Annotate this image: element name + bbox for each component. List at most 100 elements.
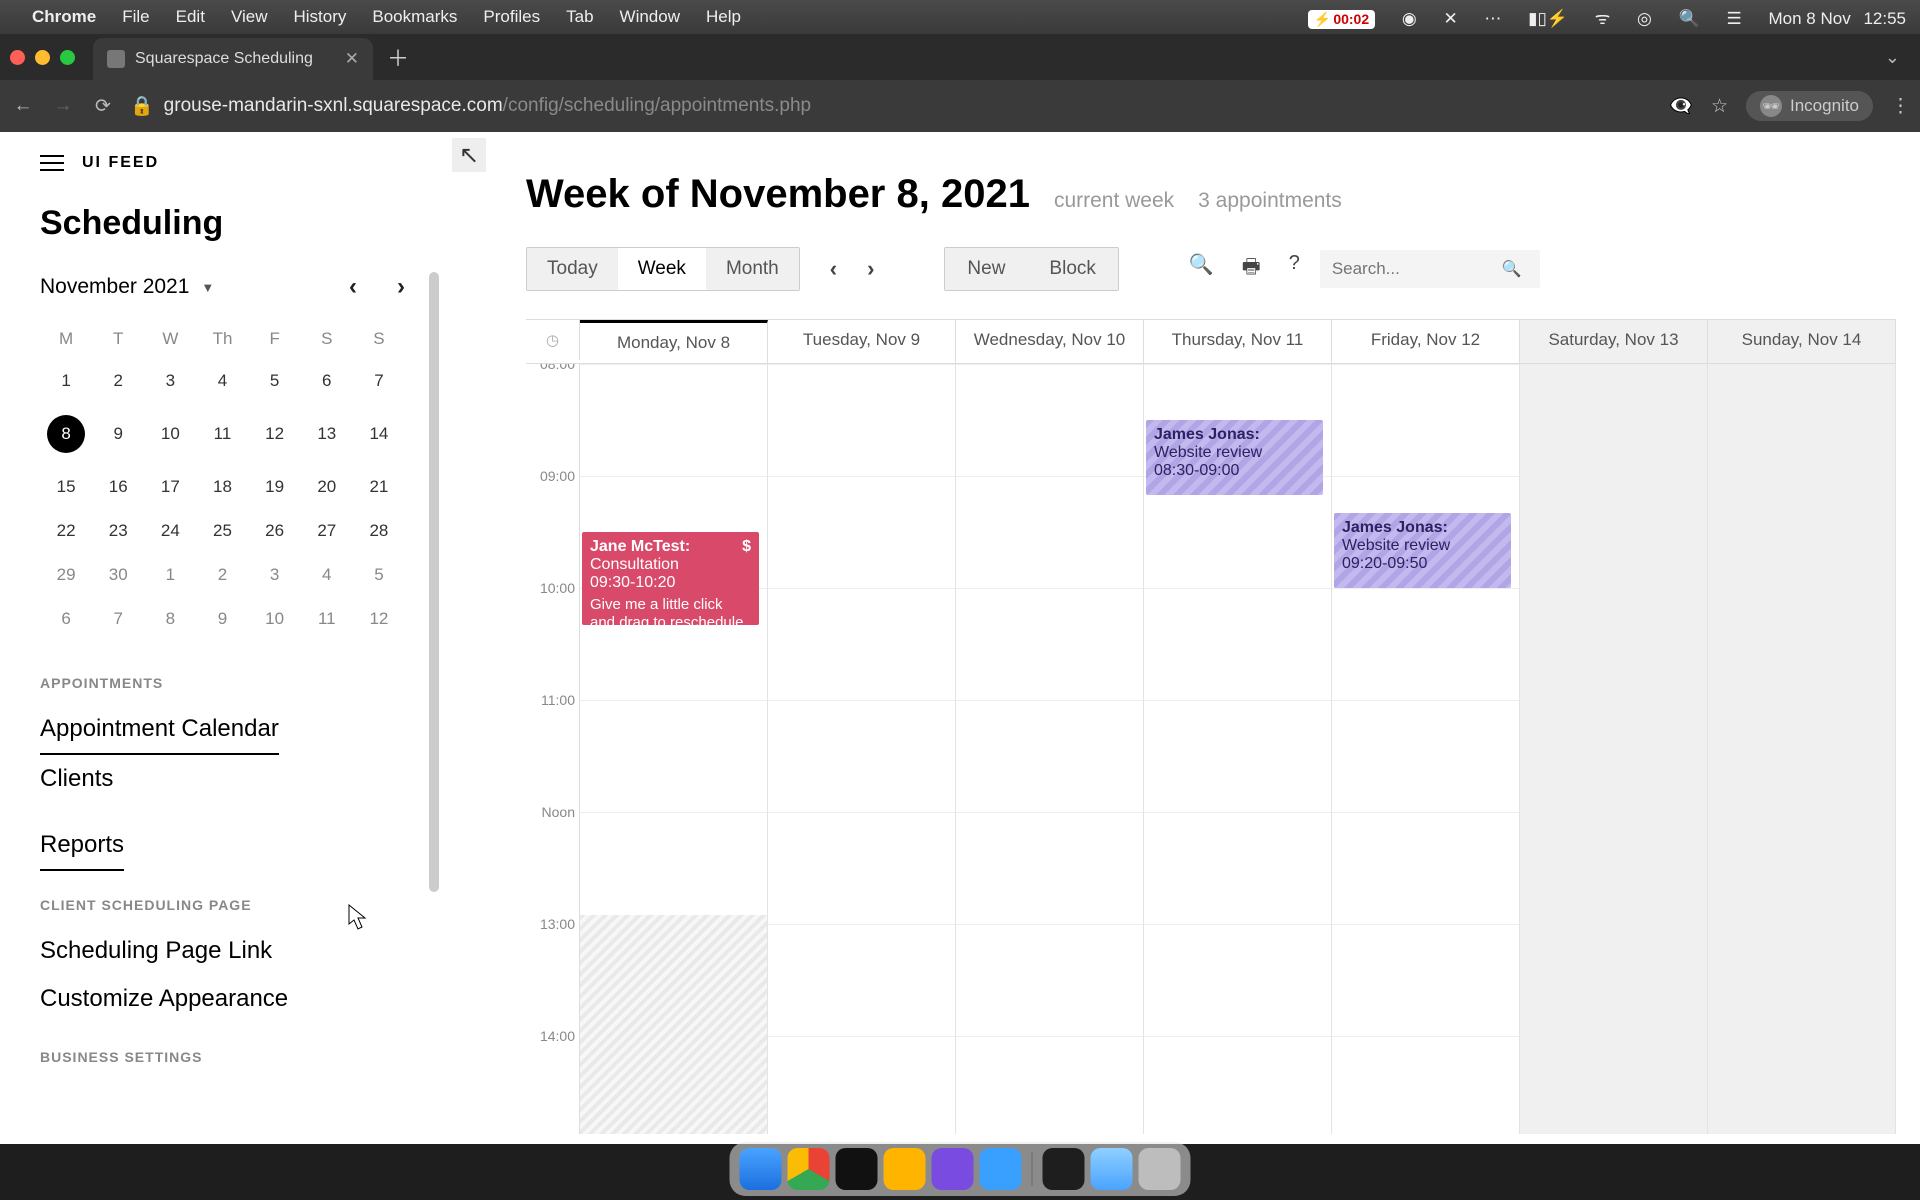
mini-cal-next-icon[interactable]: › <box>397 273 405 301</box>
today-button[interactable]: Today <box>527 248 618 290</box>
mini-cal-day[interactable]: 15 <box>40 465 92 509</box>
mini-cal-day[interactable]: 20 <box>301 465 353 509</box>
battery-icon[interactable]: ▮▯⚡ <box>1528 9 1568 29</box>
mini-cal-day[interactable]: 23 <box>92 509 144 553</box>
week-button[interactable]: Week <box>618 248 706 290</box>
zoom-icon[interactable]: 🔍 <box>1189 252 1214 286</box>
tabs-dropdown-icon[interactable]: ⌄ <box>1885 47 1900 68</box>
search-icon[interactable]: 🔍 <box>1502 259 1522 279</box>
eye-off-icon[interactable]: 👁‍🗨 <box>1669 94 1693 118</box>
mini-cal-day[interactable]: 19 <box>249 465 301 509</box>
mini-cal-day[interactable]: 2 <box>196 553 248 597</box>
search-input[interactable] <box>1332 259 1502 279</box>
event-jane-consultation[interactable]: Jane McTest: Consultation$09:30-10:20Giv… <box>582 532 759 625</box>
mini-cal-day[interactable]: 22 <box>40 509 92 553</box>
day-head-tue[interactable]: Tuesday, Nov 9 <box>768 320 956 363</box>
control-center-icon[interactable]: ☰ <box>1727 9 1742 29</box>
mini-cal-day[interactable]: 12 <box>353 597 405 641</box>
menubar-tab[interactable]: Tab <box>566 7 593 27</box>
day-col-sun[interactable] <box>1708 364 1896 1134</box>
mini-cal-day[interactable]: 6 <box>301 359 353 403</box>
dock-app-icon[interactable] <box>932 1148 974 1190</box>
day-head-mon[interactable]: Monday, Nov 8 <box>580 320 768 363</box>
mini-cal-day[interactable]: 2 <box>92 359 144 403</box>
mini-cal-day[interactable]: 1 <box>40 359 92 403</box>
mini-cal-day[interactable]: 7 <box>92 597 144 641</box>
mini-cal-day[interactable]: 9 <box>196 597 248 641</box>
mini-cal-day[interactable]: 1 <box>144 553 196 597</box>
day-head-sat[interactable]: Saturday, Nov 13 <box>1520 320 1708 363</box>
mini-cal-day[interactable]: 9 <box>92 403 144 465</box>
user-icon[interactable]: ◎ <box>1637 9 1652 29</box>
mini-cal-day[interactable]: 26 <box>249 509 301 553</box>
mini-cal-day[interactable]: 14 <box>353 403 405 465</box>
new-tab-button[interactable]: ＋ <box>387 41 409 73</box>
dock-chrome-icon[interactable] <box>788 1148 830 1190</box>
mini-cal-day[interactable]: 5 <box>353 553 405 597</box>
mini-cal-day[interactable]: 11 <box>196 403 248 465</box>
wifi-icon[interactable]: ᯤ <box>1595 6 1611 29</box>
month-button[interactable]: Month <box>706 248 799 290</box>
sidebar-link-reports[interactable]: Reports <box>40 821 124 871</box>
tab-close-icon[interactable]: ✕ <box>345 49 359 69</box>
menubar-view[interactable]: View <box>231 7 268 27</box>
mini-cal-caret-icon[interactable]: ▼ <box>201 280 214 295</box>
dock-terminal-icon[interactable] <box>836 1148 878 1190</box>
day-col-tue[interactable] <box>768 364 956 1134</box>
menubar-history[interactable]: History <box>293 7 346 27</box>
menubar-window[interactable]: Window <box>620 7 680 27</box>
dock-trash-icon[interactable] <box>1139 1148 1181 1190</box>
mini-cal-day[interactable]: 7 <box>353 359 405 403</box>
sidebar-link-appointment-calendar[interactable]: Appointment Calendar <box>40 705 279 755</box>
event-james-thu[interactable]: James Jonas: Website review08:30-09:00 <box>1146 420 1323 495</box>
status-icon-2[interactable]: ✕ <box>1443 9 1457 29</box>
mini-cal-day[interactable]: 4 <box>196 359 248 403</box>
mini-cal-day[interactable]: 27 <box>301 509 353 553</box>
mini-cal-day[interactable]: 18 <box>196 465 248 509</box>
mini-cal-day[interactable]: 3 <box>249 553 301 597</box>
mini-cal-day[interactable]: 6 <box>40 597 92 641</box>
mini-cal-day[interactable]: 8 <box>144 597 196 641</box>
menubar-bookmarks[interactable]: Bookmarks <box>372 7 457 27</box>
day-head-fri[interactable]: Friday, Nov 12 <box>1332 320 1520 363</box>
window-minimize-icon[interactable] <box>35 50 50 65</box>
mini-cal-day[interactable]: 28 <box>353 509 405 553</box>
sidebar-link-scheduling-page-link[interactable]: Scheduling Page Link <box>40 927 405 975</box>
mini-cal-day[interactable]: 24 <box>144 509 196 553</box>
collapse-arrow-icon[interactable]: ↖ <box>452 138 486 172</box>
nav-back-icon[interactable]: ← <box>10 95 36 117</box>
cal-prev-icon[interactable]: ‹ <box>830 256 837 282</box>
mini-cal-day[interactable]: 3 <box>144 359 196 403</box>
sidebar-link-customize-appearance[interactable]: Customize Appearance <box>40 975 405 1023</box>
lock-icon[interactable]: 🔒 <box>130 94 154 118</box>
mini-cal-day[interactable]: 17 <box>144 465 196 509</box>
menubar-date[interactable]: Mon 8 Nov <box>1769 9 1851 29</box>
browser-menu-icon[interactable]: ⋮ <box>1891 95 1910 118</box>
dock-finder-icon[interactable] <box>740 1148 782 1190</box>
dock-sublime-icon[interactable] <box>884 1148 926 1190</box>
spotlight-icon[interactable]: 🔍 <box>1679 9 1700 29</box>
sidebar-scrollbar[interactable] <box>429 272 439 892</box>
block-button[interactable]: Block <box>1027 248 1117 290</box>
mini-cal-month[interactable]: November 2021 <box>40 275 189 299</box>
screen-record-timer[interactable]: 00:02 <box>1308 10 1375 29</box>
mini-cal-day[interactable]: 10 <box>144 403 196 465</box>
dock-app2-icon[interactable] <box>980 1148 1022 1190</box>
day-col-thu[interactable]: James Jonas: Website review08:30-09:00 <box>1144 364 1332 1134</box>
nav-reload-icon[interactable]: ⟳ <box>90 95 116 118</box>
address-bar[interactable]: 🔒 grouse-mandarin-sxnl.squarespace.com/c… <box>130 94 1650 118</box>
menubar-help[interactable]: Help <box>706 7 741 27</box>
incognito-badge[interactable]: 🕶 Incognito <box>1746 91 1873 121</box>
mini-cal-day[interactable]: 10 <box>249 597 301 641</box>
mini-cal-day[interactable]: 8 <box>40 403 92 465</box>
menubar-edit[interactable]: Edit <box>176 7 205 27</box>
day-head-sun[interactable]: Sunday, Nov 14 <box>1708 320 1896 363</box>
day-col-fri[interactable]: James Jonas: Website review09:20-09:50 <box>1332 364 1520 1134</box>
mini-cal-day[interactable]: 4 <box>301 553 353 597</box>
mini-cal-day[interactable]: 25 <box>196 509 248 553</box>
window-close-icon[interactable] <box>10 50 25 65</box>
day-head-wed[interactable]: Wednesday, Nov 10 <box>956 320 1144 363</box>
event-james-fri[interactable]: James Jonas: Website review09:20-09:50 <box>1334 513 1511 588</box>
new-button[interactable]: New <box>945 248 1027 290</box>
menubar-profiles[interactable]: Profiles <box>483 7 540 27</box>
